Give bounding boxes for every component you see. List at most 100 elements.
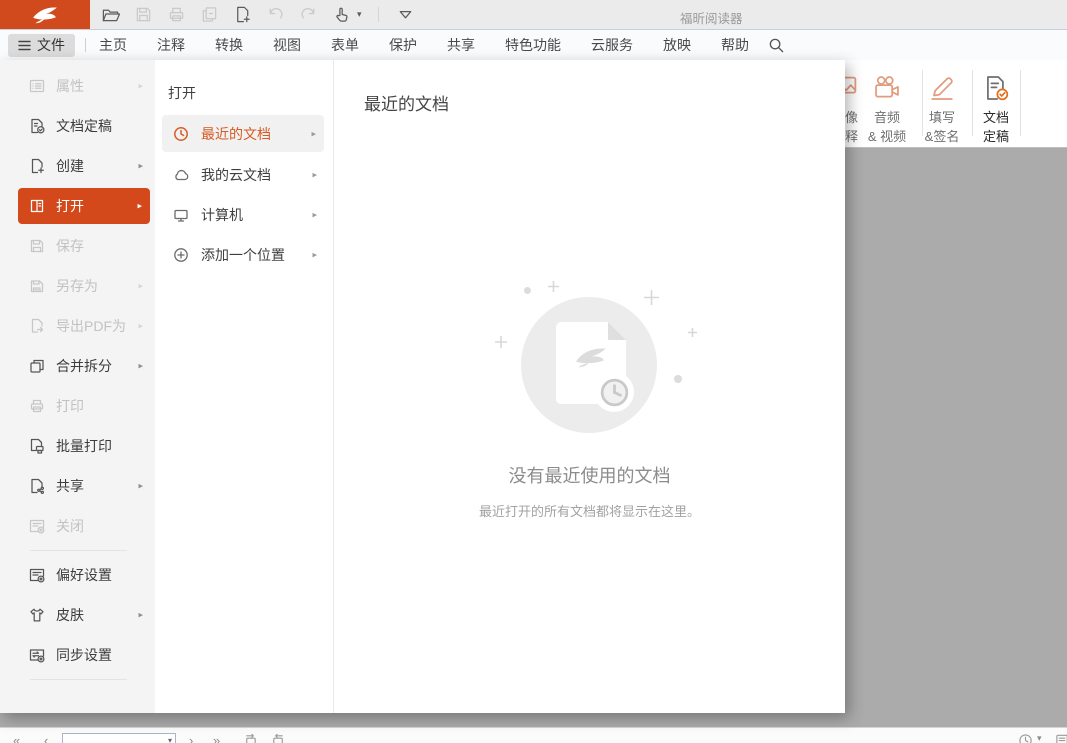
file-menu-item-save-as: 另存为 ▸: [0, 266, 155, 306]
item-label: 添加一个位置: [201, 245, 285, 265]
ribbon-group-doc-finalize[interactable]: 文档 定稿: [968, 69, 1024, 145]
menubar-tabs: 主页 注释 转换 视图 表单 保护 共享 特色功能 云服务 放映 帮助: [99, 35, 749, 55]
item-label: 共享: [56, 476, 84, 496]
ribbon-separator: [1020, 70, 1021, 136]
computer-icon: [172, 206, 190, 224]
file-menu-item-batch-print[interactable]: 批量打印: [0, 426, 155, 466]
menubar-separator: [85, 38, 86, 52]
file-menu-item-print: 打印: [0, 386, 155, 426]
document-finalize-icon: [968, 69, 1024, 107]
tab-home[interactable]: 主页: [99, 35, 127, 55]
swallow-watermark-icon: [572, 344, 610, 372]
save-icon: [132, 4, 154, 26]
submenu-arrow-icon: ▸: [138, 361, 143, 372]
first-page-button[interactable]: «: [13, 733, 20, 743]
ribbon-group-label: 定稿: [968, 129, 1024, 145]
sparkle-icon: [688, 328, 697, 337]
window-title: 福昕阅读器: [680, 8, 743, 27]
file-menu-item-share[interactable]: 共享 ▸: [0, 466, 155, 506]
hand-tool-dropdown-arrow[interactable]: ▾: [357, 9, 362, 20]
properties-icon: [28, 77, 46, 95]
ribbon-group-label: 音频: [859, 110, 915, 126]
submenu-arrow-icon: ▸: [138, 321, 143, 332]
collapse-toolbar-icon[interactable]: [395, 4, 417, 26]
empty-state-hint: 最近打开的所有文档都将显示在这里。: [334, 501, 845, 520]
tab-form[interactable]: 表单: [331, 35, 359, 55]
open-item-computer[interactable]: 计算机 ▸: [155, 195, 333, 235]
tab-file[interactable]: 文件: [8, 34, 75, 57]
tab-convert[interactable]: 转换: [215, 35, 243, 55]
tab-share[interactable]: 共享: [447, 35, 475, 55]
batch-print-icon: [28, 437, 46, 455]
dot-decoration: [524, 287, 531, 294]
save-icon: [28, 237, 46, 255]
save-as-icon: [28, 277, 46, 295]
page-number-input[interactable]: ▾: [62, 733, 176, 743]
item-label: 创建: [56, 156, 84, 176]
file-menu-item-close: 关闭: [0, 506, 155, 546]
open-panel-title: 打开: [168, 83, 333, 103]
sparkle-icon: [644, 290, 659, 305]
recent-documents-view: 最近的文档 没有最近使用的文档: [334, 60, 845, 713]
statusbar: « ‹ ▾ › » ▾: [0, 727, 1067, 743]
hand-tool-icon[interactable]: [330, 4, 352, 26]
last-page-button[interactable]: »: [213, 733, 220, 743]
search-icon[interactable]: [768, 37, 785, 54]
sync-settings-icon: [28, 646, 46, 664]
file-menu-item-open[interactable]: 打开 ▸: [18, 188, 150, 224]
rotate-left-icon[interactable]: [243, 733, 258, 743]
submenu-arrow-icon: ▸: [312, 170, 317, 181]
item-label: 我的云文档: [201, 165, 271, 185]
open-item-cloud-documents[interactable]: 我的云文档 ▸: [155, 155, 333, 195]
item-label: 另存为: [56, 276, 98, 296]
submenu-arrow-icon: ▸: [137, 201, 142, 212]
tab-protect[interactable]: 保护: [389, 35, 417, 55]
foxit-logo: [0, 0, 90, 29]
tab-features[interactable]: 特色功能: [505, 35, 561, 55]
item-label: 同步设置: [56, 645, 112, 665]
fill-sign-icon: [914, 69, 970, 107]
item-label: 合并拆分: [56, 356, 112, 376]
file-menu-item-skin[interactable]: 皮肤 ▸: [0, 595, 155, 635]
file-menu-item-doc-finalize[interactable]: 文档定稿: [0, 106, 155, 146]
open-file-icon[interactable]: [99, 4, 121, 26]
file-menu-item-properties: 属性 ▸: [0, 66, 155, 106]
submenu-arrow-icon: ▸: [312, 210, 317, 221]
doc-finalize-icon: [28, 117, 46, 135]
open-item-add-location[interactable]: 添加一个位置 ▸: [155, 235, 333, 275]
file-menu-item-create[interactable]: 创建 ▸: [0, 146, 155, 186]
ribbon-group-fill-sign[interactable]: 填写 &签名: [914, 69, 970, 145]
timer-dropdown-arrow[interactable]: ▾: [1037, 733, 1042, 743]
swallow-icon: [30, 4, 60, 26]
next-page-button[interactable]: ›: [189, 733, 193, 743]
app-window: ▾ 福昕阅读器 文件 主页 注释 转换 视图 表单 保护 共享 特色功能 云服务…: [0, 0, 1067, 743]
submenu-arrow-icon: ▸: [312, 250, 317, 261]
page-dropdown-arrow[interactable]: ▾: [168, 736, 172, 743]
new-document-icon[interactable]: [231, 4, 253, 26]
previous-page-button[interactable]: ‹: [44, 733, 48, 743]
file-menu-item-merge-split[interactable]: 合并拆分 ▸: [0, 346, 155, 386]
item-label: 属性: [56, 76, 84, 96]
file-menu-item-preferences[interactable]: 偏好设置: [0, 555, 155, 595]
file-menu-item-sync-settings[interactable]: 同步设置: [0, 635, 155, 675]
copy-document-icon: [198, 4, 220, 26]
submenu-arrow-icon: ▸: [138, 281, 143, 292]
add-location-icon: [172, 246, 190, 264]
item-label: 打印: [56, 396, 84, 416]
file-menu-item-export-pdf: 导出PDF为 ▸: [0, 306, 155, 346]
preferences-icon: [28, 566, 46, 584]
tab-comment[interactable]: 注释: [157, 35, 185, 55]
tab-slideshow[interactable]: 放映: [663, 35, 691, 55]
item-label: 保存: [56, 236, 84, 256]
tab-help[interactable]: 帮助: [721, 35, 749, 55]
reading-timer-icon[interactable]: [1018, 733, 1033, 743]
item-label: 导出PDF为: [56, 316, 126, 336]
rotate-right-icon[interactable]: [271, 733, 286, 743]
tab-view[interactable]: 视图: [273, 35, 301, 55]
recent-clock-badge-icon: [594, 372, 634, 412]
layout-icon[interactable]: [1055, 733, 1067, 743]
ribbon-group-audio-video[interactable]: 音频 & 视频: [859, 69, 915, 145]
open-item-recent-documents[interactable]: 最近的文档 ▸: [162, 115, 324, 152]
item-label: 计算机: [201, 205, 243, 225]
tab-cloud[interactable]: 云服务: [591, 35, 633, 55]
